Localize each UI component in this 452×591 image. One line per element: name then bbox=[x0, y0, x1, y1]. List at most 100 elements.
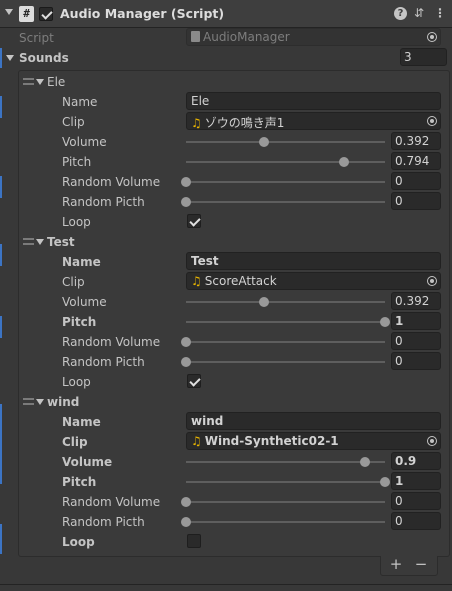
remove-element-button[interactable]: − bbox=[411, 556, 431, 573]
object-picker-icon[interactable] bbox=[427, 436, 437, 446]
random-volume-slider[interactable] bbox=[181, 337, 385, 347]
script-label: Script bbox=[19, 31, 54, 45]
random-volume-field[interactable]: 0 bbox=[391, 492, 441, 510]
random-volume-slider[interactable] bbox=[181, 497, 385, 507]
slider-thumb[interactable] bbox=[380, 477, 390, 487]
clip-row: Clip ♫ Wind-Synthetic02-1 bbox=[0, 432, 452, 452]
pitch-field[interactable]: 1 bbox=[391, 472, 441, 490]
random-pitch-slider[interactable] bbox=[181, 357, 385, 367]
help-icon[interactable]: ? bbox=[394, 7, 407, 20]
random-pitch-field[interactable]: 0 bbox=[391, 352, 441, 370]
loop-checkbox[interactable] bbox=[187, 374, 201, 388]
loop-checkbox[interactable] bbox=[187, 534, 201, 548]
name-field[interactable]: Test bbox=[186, 252, 441, 270]
element-header[interactable]: Test bbox=[0, 232, 452, 252]
element-foldout-icon[interactable] bbox=[36, 79, 44, 85]
pitch-slider[interactable] bbox=[186, 157, 385, 167]
script-row: Script AudioManager bbox=[0, 28, 452, 48]
name-row: Name wind bbox=[0, 412, 452, 432]
drag-handle-icon[interactable] bbox=[23, 238, 34, 245]
random-pitch-slider[interactable] bbox=[181, 517, 385, 527]
random-volume-label: Random Volume bbox=[62, 175, 161, 189]
volume-label: Volume bbox=[62, 135, 107, 149]
name-label: Name bbox=[62, 415, 101, 429]
volume-slider[interactable] bbox=[186, 297, 385, 307]
random-pitch-slider[interactable] bbox=[181, 197, 385, 207]
object-picker-icon[interactable] bbox=[427, 116, 437, 126]
clip-field[interactable]: ♫ Wind-Synthetic02-1 bbox=[186, 432, 441, 450]
object-picker-icon[interactable] bbox=[427, 276, 437, 286]
drag-handle-icon[interactable] bbox=[23, 78, 34, 85]
element-header[interactable]: Ele bbox=[0, 72, 452, 92]
pitch-row: Pitch 0.794 bbox=[0, 152, 452, 172]
loop-checkbox[interactable] bbox=[187, 214, 201, 228]
volume-field[interactable]: 0.392 bbox=[391, 292, 441, 310]
random-pitch-field[interactable]: 0 bbox=[391, 192, 441, 210]
slider-thumb[interactable] bbox=[181, 337, 191, 347]
slider-thumb[interactable] bbox=[259, 137, 269, 147]
random-volume-field[interactable]: 0 bbox=[391, 172, 441, 190]
pitch-slider[interactable] bbox=[186, 317, 390, 327]
modified-marker bbox=[0, 316, 2, 338]
loop-label: Loop bbox=[62, 375, 91, 389]
clip-label: Clip bbox=[62, 275, 85, 289]
pitch-row: Pitch 1 bbox=[0, 312, 452, 332]
element-header[interactable]: wind bbox=[0, 392, 452, 412]
slider-thumb[interactable] bbox=[380, 317, 390, 327]
name-row: Name Test bbox=[0, 252, 452, 272]
slider-thumb[interactable] bbox=[181, 357, 191, 367]
slider-thumb[interactable] bbox=[181, 197, 191, 207]
name-field[interactable]: Ele bbox=[186, 92, 441, 110]
component-title: Audio Manager (Script) bbox=[60, 6, 225, 21]
script-field[interactable]: AudioManager bbox=[186, 28, 441, 46]
random-volume-slider[interactable] bbox=[181, 177, 385, 187]
slider-thumb[interactable] bbox=[181, 177, 191, 187]
element-foldout-icon[interactable] bbox=[36, 399, 44, 405]
clip-field[interactable]: ♫ ScoreAttack bbox=[186, 272, 441, 290]
clip-label: Clip bbox=[62, 115, 85, 129]
component-enabled-checkbox[interactable] bbox=[39, 7, 53, 21]
presets-icon[interactable]: ⇵ bbox=[412, 6, 426, 21]
clip-value: ゾウの鳴き声1 bbox=[204, 116, 285, 130]
element-header-label: Test bbox=[47, 235, 75, 249]
volume-row: Volume 0.9 bbox=[0, 452, 452, 472]
random-pitch-row: Random Picth 0 bbox=[0, 192, 452, 212]
name-field[interactable]: wind bbox=[186, 412, 441, 430]
sounds-foldout-icon[interactable] bbox=[6, 55, 14, 61]
drag-handle-icon[interactable] bbox=[23, 398, 34, 405]
object-picker-icon[interactable] bbox=[427, 32, 437, 42]
volume-slider[interactable] bbox=[186, 457, 385, 467]
element-header-label: wind bbox=[47, 395, 80, 409]
more-options-icon[interactable]: ⋮ bbox=[433, 6, 447, 21]
sounds-row[interactable]: Sounds 3 bbox=[0, 48, 452, 68]
random-pitch-field[interactable]: 0 bbox=[391, 512, 441, 530]
pitch-field[interactable]: 0.794 bbox=[391, 152, 441, 170]
volume-slider[interactable] bbox=[186, 137, 385, 147]
element-foldout-icon[interactable] bbox=[36, 239, 44, 245]
slider-thumb[interactable] bbox=[259, 297, 269, 307]
component-header: # Audio Manager (Script) ? ⇵ ⋮ bbox=[0, 0, 452, 28]
modified-marker bbox=[0, 404, 2, 484]
pitch-field[interactable]: 1 bbox=[391, 312, 441, 330]
slider-thumb[interactable] bbox=[181, 517, 191, 527]
pitch-slider[interactable] bbox=[186, 477, 390, 487]
foldout-arrow-icon[interactable] bbox=[5, 9, 13, 15]
element-header-label: Ele bbox=[47, 75, 66, 89]
slider-thumb[interactable] bbox=[360, 457, 371, 467]
audio-clip-icon: ♫ bbox=[191, 116, 202, 130]
volume-field[interactable]: 0.392 bbox=[391, 132, 441, 150]
clip-value: ScoreAttack bbox=[204, 274, 277, 288]
random-pitch-label: Random Picth bbox=[62, 195, 145, 209]
random-volume-field[interactable]: 0 bbox=[391, 332, 441, 350]
sounds-size-field[interactable]: 3 bbox=[400, 48, 447, 66]
slider-thumb[interactable] bbox=[181, 497, 191, 507]
clip-field[interactable]: ♫ ゾウの鳴き声1 bbox=[186, 112, 441, 130]
add-element-button[interactable]: + bbox=[386, 556, 406, 573]
random-volume-row: Random Volume 0 bbox=[0, 332, 452, 352]
audio-clip-icon: ♫ bbox=[191, 434, 202, 448]
volume-label: Volume bbox=[62, 455, 113, 469]
random-volume-label: Random Volume bbox=[62, 335, 161, 349]
volume-field[interactable]: 0.9 bbox=[391, 452, 441, 470]
slider-thumb[interactable] bbox=[339, 157, 349, 167]
modified-marker bbox=[0, 524, 2, 554]
